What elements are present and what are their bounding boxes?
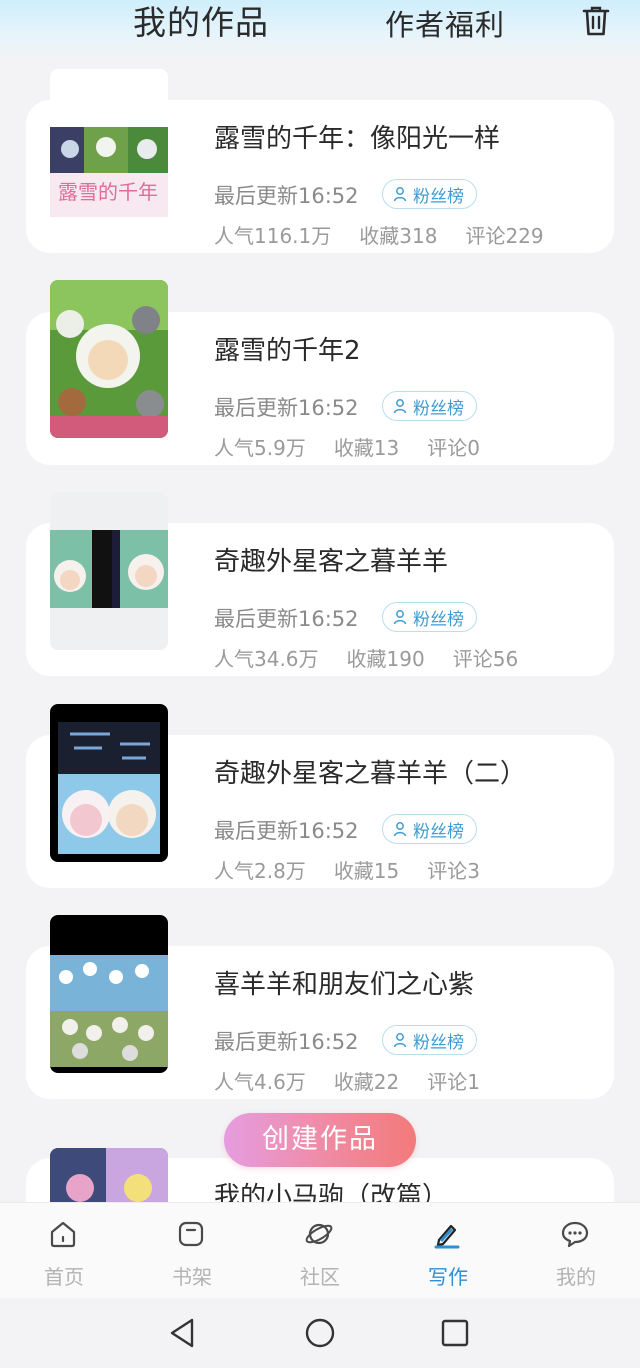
- last-updated: 最后更新16:52: [214, 396, 359, 420]
- popularity: 人气5.9万: [214, 436, 306, 460]
- fan-rank-label: 粉丝榜: [413, 609, 464, 630]
- work-title: 露雪的千年：像阳光一样: [214, 124, 501, 154]
- home-icon: [50, 1221, 76, 1248]
- work-stats: 人气4.6万 收藏22 评论1: [214, 1066, 508, 1095]
- last-updated: 最后更新16:52: [214, 607, 359, 631]
- bookshelf-icon: [178, 1221, 204, 1247]
- work-cover[interactable]: [50, 915, 168, 1073]
- home-circle-icon[interactable]: [303, 1316, 337, 1350]
- works-list[interactable]: 露雪的千年：像阳光一样 最后更新16:52 粉丝榜 人气116.1万 收藏318 评…: [0, 58, 640, 1202]
- fan-rank-button[interactable]: 粉丝榜: [382, 1025, 477, 1055]
- recent-apps-icon[interactable]: [438, 1316, 472, 1350]
- fan-rank-button[interactable]: 粉丝榜: [382, 179, 477, 209]
- work-title: 喜羊羊和朋友们之心紫: [214, 970, 475, 1000]
- tab-label: 我的: [556, 1265, 596, 1289]
- work-cover[interactable]: 露雪的千年: [50, 69, 168, 227]
- planet-icon: [305, 1223, 333, 1245]
- favorites: 收藏318: [359, 224, 438, 248]
- work-cover[interactable]: [50, 492, 168, 650]
- last-updated: 最后更新16:52: [214, 184, 359, 208]
- work-title: 奇趣外星客之暮羊羊: [214, 547, 449, 577]
- tab-community[interactable]: 社区: [256, 1203, 384, 1299]
- work-stats: 人气34.6万 收藏190 评论56: [214, 643, 546, 672]
- comments: 评论1: [427, 1070, 480, 1094]
- comments: 评论56: [452, 647, 519, 671]
- fan-rank-label: 粉丝榜: [413, 1032, 464, 1053]
- popularity: 人气2.8万: [214, 859, 306, 883]
- user-icon: [393, 822, 407, 837]
- fan-rank-label: 粉丝榜: [413, 186, 464, 207]
- fan-rank-label: 粉丝榜: [413, 821, 464, 842]
- work-title: 露雪的千年2: [214, 336, 361, 366]
- tab-label: 书架: [172, 1265, 212, 1289]
- work-cover[interactable]: [50, 704, 168, 862]
- popularity: 人气34.6万: [214, 647, 319, 671]
- favorites: 收藏22: [333, 1070, 400, 1094]
- system-navigation-bar: [0, 1298, 640, 1368]
- work-cover[interactable]: [50, 1148, 168, 1202]
- tab-label: 写作: [428, 1265, 468, 1289]
- tab-home[interactable]: 首页: [0, 1203, 128, 1299]
- top-bar: 我的作品 作者福利: [0, 0, 640, 58]
- comments: 评论3: [427, 859, 480, 883]
- tab-label: 社区: [300, 1265, 340, 1289]
- favorites: 收藏15: [333, 859, 400, 883]
- comments: 评论229: [465, 224, 544, 248]
- chat-bubble-icon: [561, 1221, 589, 1248]
- fan-rank-button[interactable]: 粉丝榜: [382, 814, 477, 844]
- fan-rank-button[interactable]: 粉丝榜: [382, 602, 477, 632]
- user-icon: [393, 1033, 407, 1048]
- bottom-tab-bar: 首页 书架 社区 写作 我的: [0, 1202, 640, 1298]
- work-stats: 人气116.1万 收藏318 评论229: [214, 220, 572, 249]
- work-title: 奇趣外星客之暮羊羊（二）: [214, 759, 527, 789]
- work-cover[interactable]: [50, 280, 168, 438]
- tab-label: 首页: [44, 1265, 84, 1289]
- author-benefits-link[interactable]: 作者福利: [385, 2, 505, 44]
- last-updated: 最后更新16:52: [214, 819, 359, 843]
- user-icon: [393, 610, 407, 625]
- tab-bookshelf[interactable]: 书架: [128, 1203, 256, 1299]
- create-work-button[interactable]: 创建作品: [224, 1113, 416, 1167]
- tab-writing[interactable]: 写作: [384, 1203, 512, 1299]
- last-updated: 最后更新16:52: [214, 1030, 359, 1054]
- page-title: 我的作品: [133, 3, 269, 42]
- fan-rank-button[interactable]: 粉丝榜: [382, 391, 477, 421]
- svg-text:露雪的千年: 露雪的千年: [58, 180, 158, 204]
- favorites: 收藏190: [346, 647, 425, 671]
- pen-icon: [434, 1224, 460, 1249]
- comments: 评论0: [427, 436, 480, 460]
- work-title: 我的小马驹（改篇）: [214, 1182, 449, 1202]
- trash-icon[interactable]: [580, 4, 612, 38]
- work-stats: 人气5.9万 收藏13 评论0: [214, 432, 508, 461]
- user-icon: [393, 187, 407, 202]
- popularity: 人气4.6万: [214, 1070, 306, 1094]
- work-stats: 人气2.8万 收藏15 评论3: [214, 855, 508, 884]
- user-icon: [393, 399, 407, 414]
- back-icon[interactable]: [166, 1316, 200, 1350]
- favorites: 收藏13: [333, 436, 400, 460]
- popularity: 人气116.1万: [214, 224, 332, 248]
- tab-mine[interactable]: 我的: [512, 1203, 640, 1299]
- fan-rank-label: 粉丝榜: [413, 398, 464, 419]
